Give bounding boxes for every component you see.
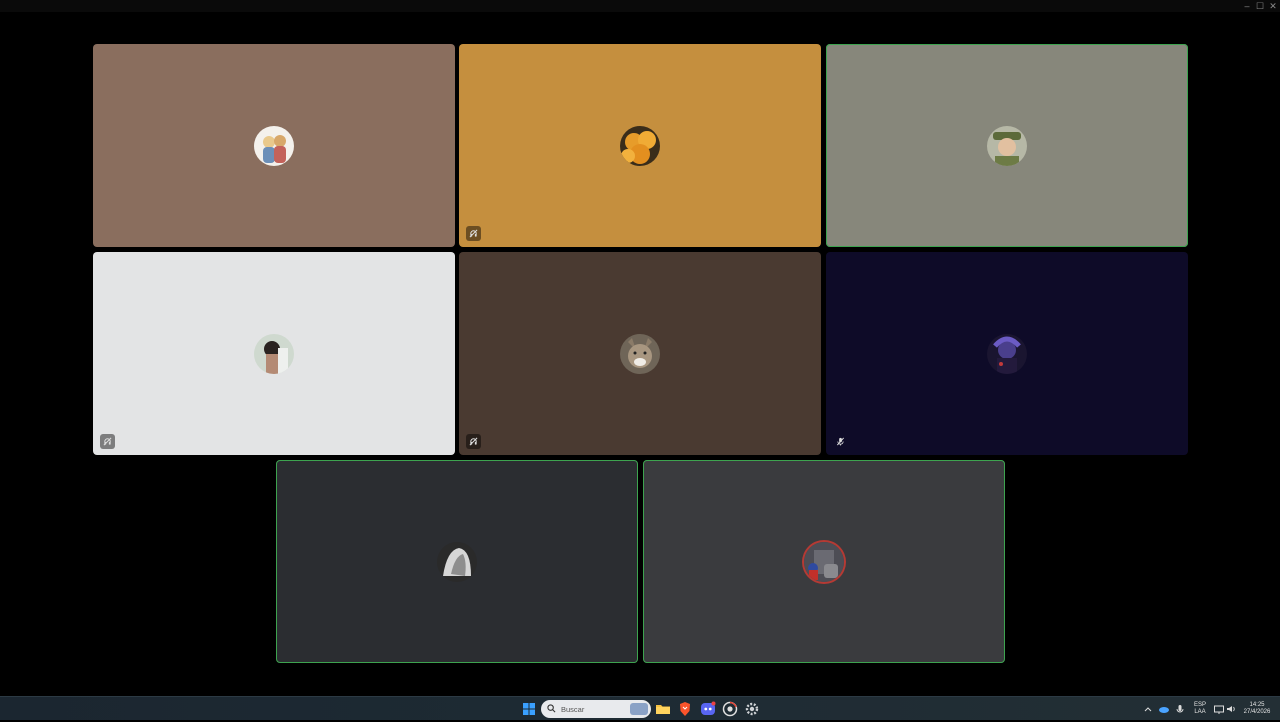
search-icon xyxy=(547,700,556,718)
windows-start-icon[interactable] xyxy=(521,701,537,717)
clock-time: 14:25 xyxy=(1249,702,1265,708)
participant-tile[interactable] xyxy=(93,252,455,455)
search-highlight-icon xyxy=(630,703,648,715)
volume-icon[interactable] xyxy=(1225,701,1237,717)
language-indicator[interactable]: ESP LAA xyxy=(1190,702,1210,716)
clock-date: 27/4/2026 xyxy=(1243,709,1271,715)
maximize-button[interactable]: ☐ xyxy=(1253,0,1267,12)
chrome-icon[interactable] xyxy=(722,701,738,717)
avatar[interactable] xyxy=(987,125,1027,166)
onedrive-icon[interactable] xyxy=(1158,701,1170,717)
clock[interactable]: 14:25 27/4/2026 xyxy=(1240,702,1274,716)
taskbar: Buscar ESP LAA 14:25 27/4/2026 xyxy=(0,696,1280,720)
chevron-up-icon[interactable] xyxy=(1142,701,1154,717)
network-icon[interactable] xyxy=(1213,701,1225,717)
avatar[interactable] xyxy=(804,541,844,582)
avatar[interactable] xyxy=(254,125,294,166)
file-explorer-icon[interactable] xyxy=(655,701,671,717)
avatar[interactable] xyxy=(620,333,660,374)
deafened-icon xyxy=(100,434,115,449)
participant-tile[interactable] xyxy=(459,252,821,455)
participant-tile[interactable] xyxy=(276,460,638,663)
title-bar: – ☐ ✕ xyxy=(0,0,1280,12)
close-button[interactable]: ✕ xyxy=(1266,0,1280,12)
settings-gear-icon[interactable] xyxy=(744,701,760,717)
minimize-button[interactable]: – xyxy=(1240,0,1254,12)
microphone-icon[interactable] xyxy=(1174,701,1186,717)
participant-tile[interactable] xyxy=(826,44,1188,247)
muted-mic-icon xyxy=(833,434,848,449)
discord-icon[interactable] xyxy=(700,701,716,717)
participant-tile[interactable] xyxy=(93,44,455,247)
language-code: ESP xyxy=(1193,702,1206,708)
deafened-icon xyxy=(466,434,481,449)
keyboard-layout: LAA xyxy=(1194,709,1206,715)
participant-tile[interactable] xyxy=(643,460,1005,663)
call-stage xyxy=(0,12,1280,696)
search-placeholder: Buscar xyxy=(561,704,585,714)
avatar[interactable] xyxy=(437,541,477,582)
search-box[interactable]: Buscar xyxy=(541,700,651,718)
participant-tile[interactable] xyxy=(826,252,1188,455)
avatar[interactable] xyxy=(987,333,1027,374)
brave-browser-icon[interactable] xyxy=(677,701,693,717)
participant-tile[interactable] xyxy=(459,44,821,247)
deafened-icon xyxy=(466,226,481,241)
avatar[interactable] xyxy=(620,125,660,166)
avatar[interactable] xyxy=(254,333,294,374)
